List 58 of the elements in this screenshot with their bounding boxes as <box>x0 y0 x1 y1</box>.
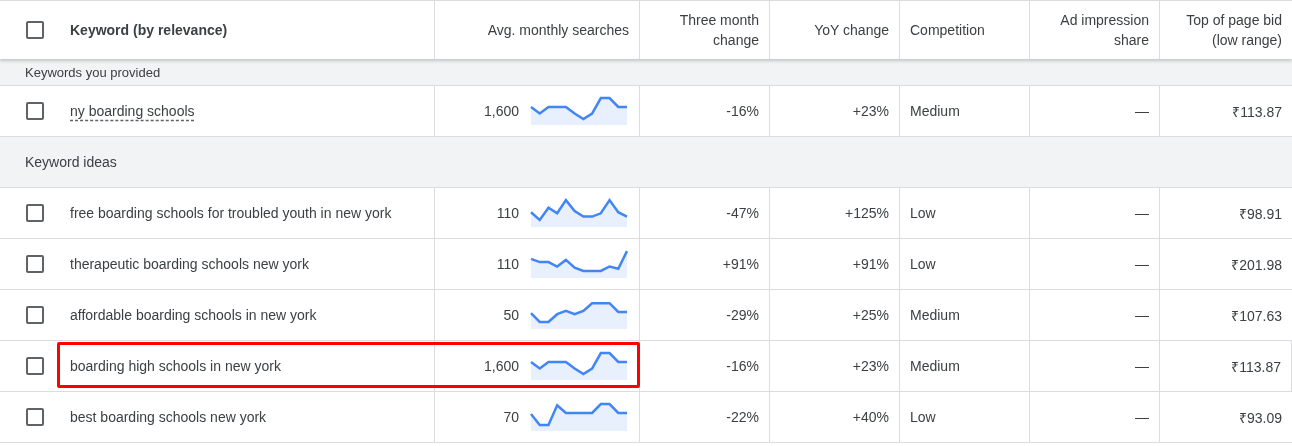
change-value: -22% <box>726 409 759 425</box>
change-value: +23% <box>852 358 889 374</box>
bid-value: ₹107.63 <box>1231 306 1282 325</box>
keyword-text: therapeutic boarding schools new york <box>70 256 309 272</box>
checkbox[interactable] <box>26 204 44 222</box>
checkbox[interactable] <box>26 21 44 39</box>
share-value: — <box>1135 358 1149 374</box>
checkbox[interactable] <box>26 255 44 273</box>
change-value: -16% <box>726 358 759 374</box>
competition-value: Medium <box>910 103 960 119</box>
share-value: — <box>1135 409 1149 425</box>
competition-value: Low <box>910 205 936 221</box>
searches-value: 1,600 <box>483 358 519 374</box>
competition-value: Medium <box>910 307 960 323</box>
checkbox[interactable] <box>26 357 44 375</box>
column-header[interactable]: YoY change <box>814 20 889 40</box>
share-value: — <box>1135 307 1149 323</box>
change-value: +23% <box>852 103 889 119</box>
bid-value: ₹98.91 <box>1238 204 1282 223</box>
searches-value: 110 <box>496 256 519 272</box>
bid-value: ₹113.87 <box>1232 102 1282 121</box>
checkbox[interactable] <box>26 408 44 426</box>
searches-value: 110 <box>496 205 519 221</box>
share-value: — <box>1135 103 1149 119</box>
change-value: +91% <box>852 256 889 272</box>
change-value: -47% <box>726 205 759 221</box>
column-header[interactable]: Three month change <box>650 10 759 50</box>
keyword-text: best boarding schools new york <box>70 409 267 425</box>
column-header[interactable]: Keyword (by relevance) <box>70 20 228 40</box>
column-header[interactable]: Ad impression share <box>1040 10 1149 50</box>
change-value: +25% <box>852 307 889 323</box>
change-value: -29% <box>726 307 759 323</box>
change-value: +125% <box>845 205 889 221</box>
searches-value: 70 <box>503 409 519 425</box>
change-value: +40% <box>852 409 889 425</box>
checkbox[interactable] <box>26 306 44 324</box>
keyword-text: affordable boarding schools in new york <box>70 307 317 323</box>
competition-value: Low <box>910 409 936 425</box>
share-value: — <box>1135 256 1149 272</box>
change-value: -16% <box>726 103 759 119</box>
share-value: — <box>1135 205 1149 221</box>
section-label: Keyword ideas <box>25 154 117 170</box>
keyword-text: boarding high schools in new york <box>70 358 281 374</box>
keyword-text: free boarding schools for troubled youth in new york <box>70 205 392 221</box>
checkbox[interactable] <box>26 102 44 120</box>
searches-value: 1,600 <box>483 103 519 119</box>
change-value: +91% <box>722 256 759 272</box>
bid-value: ₹113.87 <box>1231 357 1281 376</box>
keyword-text[interactable]: ny boarding schools <box>70 103 195 119</box>
bid-value: ₹93.09 <box>1238 408 1282 427</box>
column-header[interactable]: Avg. monthly searches <box>487 20 629 40</box>
competition-value: Medium <box>910 358 960 374</box>
column-header[interactable]: Top of page bid (low range) <box>1170 10 1282 50</box>
section-label: Keywords you provided <box>25 64 161 80</box>
competition-value: Low <box>910 256 936 272</box>
column-header[interactable]: Competition <box>910 20 985 40</box>
bid-value: ₹201.98 <box>1231 255 1282 274</box>
searches-value: 50 <box>503 307 519 323</box>
